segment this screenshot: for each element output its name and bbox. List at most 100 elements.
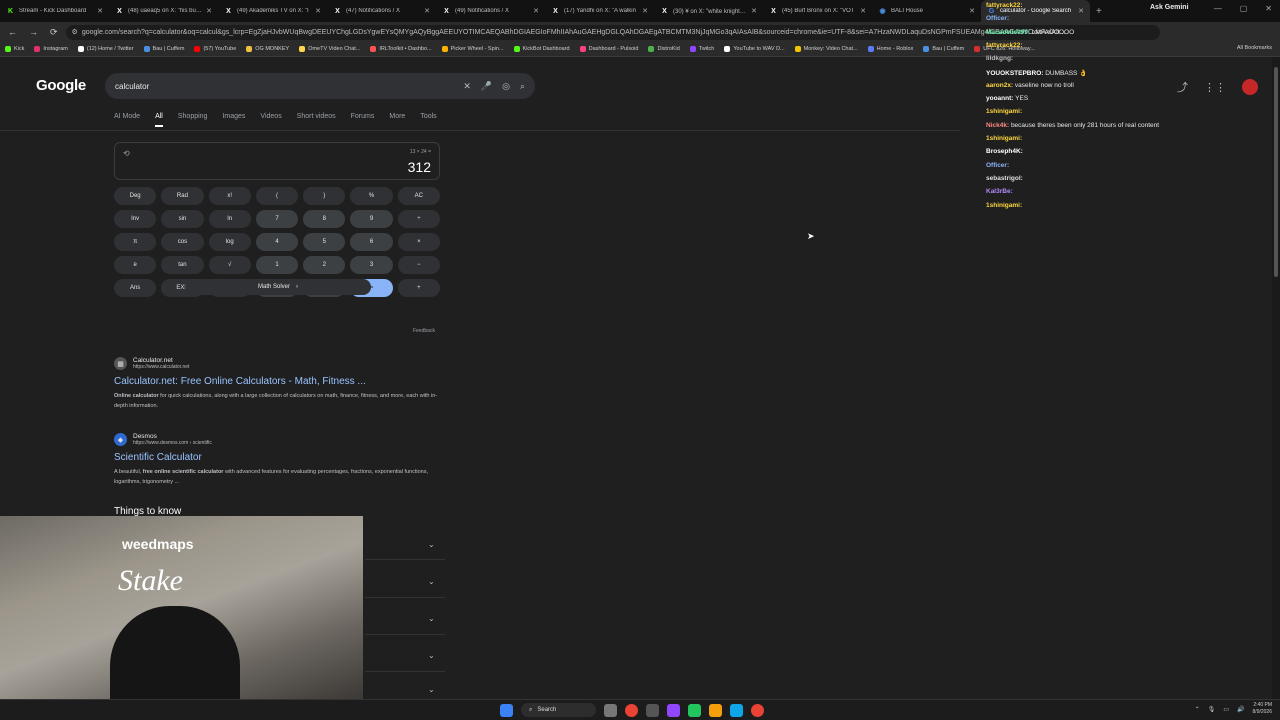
reload-icon[interactable]: ⟳ — [50, 27, 58, 38]
chrome-icon[interactable] — [625, 703, 638, 717]
app-icon[interactable] — [688, 703, 701, 717]
page-scrollbar[interactable] — [1272, 57, 1280, 699]
expand-chevron-icon[interactable]: ⌄ — [428, 651, 435, 660]
search-box[interactable]: calculator ✕ 🎤 ◎ ⌕ — [105, 73, 535, 99]
bookmark-item[interactable]: Monkey: Video Chat... — [790, 46, 863, 52]
bookmark-item[interactable]: Home - Roblox — [863, 46, 919, 52]
browser-tab[interactable]: K Stream - Kick Dashboard ✕ — [0, 0, 109, 22]
calculator-key[interactable]: log — [208, 233, 251, 251]
close-tab-icon[interactable]: ✕ — [969, 7, 975, 15]
calculator-key[interactable]: − — [397, 256, 440, 274]
history-icon[interactable]: ⟲ — [123, 149, 130, 158]
bookmark-item[interactable]: Instagram — [29, 46, 72, 52]
calculator-key[interactable]: e — [114, 256, 157, 274]
clear-icon[interactable]: ✕ — [463, 81, 471, 92]
lens-icon[interactable]: ◎ — [502, 81, 510, 92]
expand-chevron-icon[interactable]: ⌄ — [428, 540, 435, 549]
calculator-key[interactable]: Deg — [114, 187, 157, 205]
mic-icon[interactable]: 🎤 — [481, 81, 492, 92]
calculator-key[interactable]: 3 — [350, 256, 393, 274]
bookmark-item[interactable]: Picker Wheel - Spin... — [437, 46, 509, 52]
search-tab[interactable]: Images — [222, 113, 245, 127]
bookmark-item[interactable]: KickBot Dashboard — [509, 46, 575, 52]
bookmark-item[interactable]: Bau | Cuffem — [918, 46, 969, 52]
calculator-key[interactable]: sin — [161, 210, 204, 228]
calculator-key[interactable]: ) — [303, 187, 346, 205]
avatar[interactable] — [1242, 79, 1258, 95]
bookmark-item[interactable]: Twitch — [685, 46, 720, 52]
search-tab[interactable]: Forums — [351, 113, 375, 127]
bookmark-item[interactable]: Kick — [0, 46, 29, 52]
calculator-key[interactable]: 8 — [303, 210, 346, 228]
calculator-key[interactable]: Ans — [114, 279, 157, 297]
calculator-key[interactable]: π — [114, 233, 157, 251]
browser-tab[interactable]: X (48) uaeaq5 on X: "his burne ✕ — [109, 0, 218, 22]
calculator-key[interactable]: × — [397, 233, 440, 251]
expand-chevron-icon[interactable]: ⌄ — [428, 614, 435, 623]
calculator-key[interactable]: + — [397, 279, 440, 297]
windows-start-icon[interactable] — [500, 703, 513, 717]
calculator-key[interactable]: Rad — [161, 187, 204, 205]
calculator-key[interactable]: 6 — [350, 233, 393, 251]
bookmark-item[interactable]: (12) Home / Twitter — [73, 46, 139, 52]
chrome-active-icon[interactable] — [751, 703, 764, 717]
bookmark-item[interactable]: IRLToolkit • Dashbo... — [365, 46, 436, 52]
search-input[interactable]: calculator — [115, 82, 463, 91]
browser-tab[interactable]: ◉ BALI House ✕ — [872, 0, 981, 22]
calculator-key[interactable]: 4 — [255, 233, 299, 251]
close-tab-icon[interactable]: ✕ — [424, 7, 430, 15]
widgets-icon[interactable] — [604, 703, 617, 717]
calculator-key[interactable]: % — [350, 187, 393, 205]
telegram-icon[interactable] — [730, 703, 743, 717]
bookmark-item[interactable]: OmeTV Video Chat... — [294, 46, 365, 52]
search-tab[interactable]: More — [389, 113, 405, 127]
maximize-icon[interactable]: ▢ — [1240, 4, 1248, 13]
calculator-key[interactable]: 9 — [350, 210, 393, 228]
calculator-key[interactable]: x! — [208, 187, 251, 205]
volume-icon[interactable]: 🔊 — [1237, 706, 1244, 713]
calculator-key[interactable]: AC — [397, 187, 440, 205]
app-icon[interactable] — [667, 703, 680, 717]
close-tab-icon[interactable]: ✕ — [533, 7, 539, 15]
calculator-key[interactable]: cos — [161, 233, 204, 251]
calculator-key[interactable]: ( — [255, 187, 299, 205]
bookmark-item[interactable]: Bau | Cuffem — [139, 46, 190, 52]
search-tab[interactable]: Tools — [420, 113, 436, 127]
search-icon[interactable]: ⌕ — [520, 81, 525, 92]
search-tab[interactable]: Videos — [260, 113, 281, 127]
calculator-key[interactable]: √ — [208, 256, 251, 274]
taskview-icon[interactable] — [646, 703, 659, 717]
close-tab-icon[interactable]: ✕ — [206, 7, 212, 15]
browser-tab[interactable]: X (17) Yandhi on X: "A walkin ✕ — [545, 0, 654, 22]
search-tab[interactable]: Short videos — [297, 113, 336, 127]
close-tab-icon[interactable]: ✕ — [315, 7, 321, 15]
search-tab[interactable]: All — [155, 113, 163, 127]
clock[interactable]: 2:40 PM 8/9/2026 — [1253, 702, 1272, 716]
calculator-key[interactable]: 7 — [255, 210, 299, 228]
calculator-key[interactable]: tan — [161, 256, 204, 274]
site-info-icon[interactable]: ⚙ — [72, 28, 78, 36]
scrollbar-thumb[interactable] — [1274, 67, 1278, 277]
all-bookmarks-button[interactable]: All Bookmarks — [1237, 45, 1272, 51]
calculator-key[interactable]: 1 — [255, 256, 299, 274]
tray-chevron-icon[interactable]: ⌃ — [1195, 706, 1200, 713]
math-solver-button[interactable]: Math Solver › — [185, 279, 371, 295]
calculator-key[interactable]: ln — [208, 210, 251, 228]
calculator-key[interactable]: 2 — [303, 256, 346, 274]
calculator-key[interactable]: ÷ — [397, 210, 440, 228]
result-url[interactable]: https://www.desmos.com › scientific — [133, 440, 212, 446]
bookmark-item[interactable]: Dashboard - Pulsoid — [575, 46, 644, 52]
forward-icon[interactable]: → — [29, 27, 38, 38]
calculator-key[interactable]: Inv — [114, 210, 157, 228]
bookmark-item[interactable]: OG MONKEY — [241, 46, 294, 52]
result-title-link[interactable]: Calculator.net: Free Online Calculators … — [114, 376, 444, 387]
close-tab-icon[interactable]: ✕ — [97, 7, 103, 15]
close-tab-icon[interactable]: ✕ — [860, 7, 866, 15]
close-window-icon[interactable]: ✕ — [1265, 4, 1272, 13]
google-logo[interactable]: Google — [36, 77, 86, 94]
back-icon[interactable]: ← — [8, 27, 17, 38]
result-title-link[interactable]: Scientific Calculator — [114, 452, 444, 463]
search-tab[interactable]: Shopping — [178, 113, 208, 127]
browser-tab[interactable]: X (49) Akademiks TV on X: "I ✕ — [218, 0, 327, 22]
result-url[interactable]: https://www.calculator.net — [133, 364, 189, 370]
